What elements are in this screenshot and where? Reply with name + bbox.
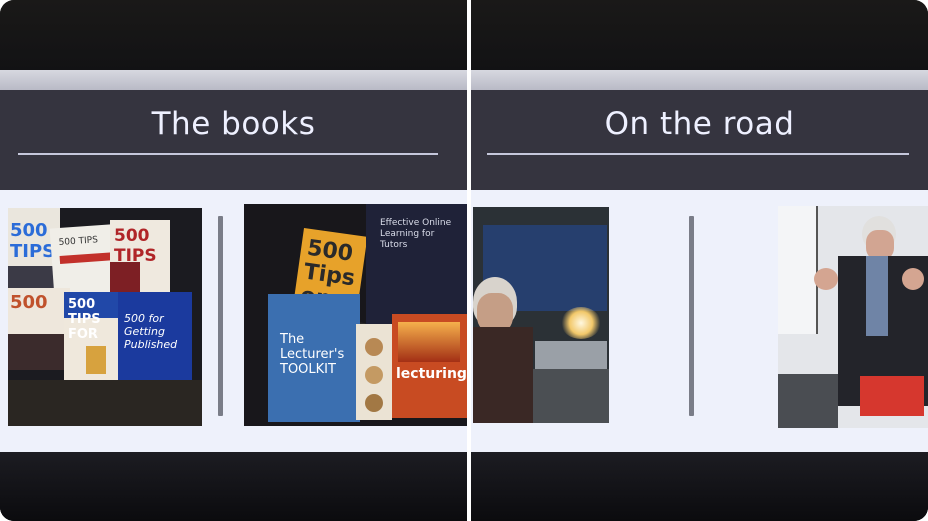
book-cover: The Lecturer's TOOLKIT — [268, 294, 360, 422]
photo-the-books[interactable]: The books 500 TIPS 500 TIPS 500 TIPS 500… — [0, 0, 467, 521]
books-picture-2: 500 Tips on Assessment Effective Online … — [244, 204, 467, 426]
screen-frame-bottom — [471, 452, 928, 521]
photo-on-the-road[interactable]: On the road — [471, 0, 928, 521]
road-picture-1 — [473, 207, 609, 423]
title-rule — [18, 153, 438, 155]
tweet-image[interactable]: The books 500 TIPS 500 TIPS 500 TIPS 500… — [0, 0, 928, 521]
road-picture-2 — [778, 206, 928, 428]
book-cover: 500 for Getting Published — [118, 292, 192, 388]
slide-body — [471, 190, 928, 452]
books-picture-1: 500 TIPS 500 TIPS 500 TIPS 500 500 TIPS … — [8, 208, 202, 426]
book-cover: 500 TIPS FOR — [64, 292, 126, 380]
book-cover: 500 — [8, 288, 70, 370]
slide-header: On the road — [471, 90, 928, 190]
slide-title: On the road — [604, 106, 795, 142]
slide-header: The books — [0, 90, 467, 190]
slide-title: The books — [151, 106, 316, 142]
title-rule — [487, 153, 909, 155]
book-cover: Effective Online Learning for Tutors — [366, 204, 467, 324]
book-spine — [356, 324, 392, 420]
separator-bar — [218, 216, 223, 416]
slide-body: 500 TIPS 500 TIPS 500 TIPS 500 500 TIPS … — [0, 190, 467, 452]
screen-frame-top — [471, 70, 928, 90]
book-cover: 500 TIPS — [110, 220, 170, 296]
book-cover: lecturing — [392, 314, 467, 418]
screen-frame-bottom — [0, 452, 467, 521]
screen-frame-top — [0, 70, 467, 90]
separator-bar — [689, 216, 694, 416]
